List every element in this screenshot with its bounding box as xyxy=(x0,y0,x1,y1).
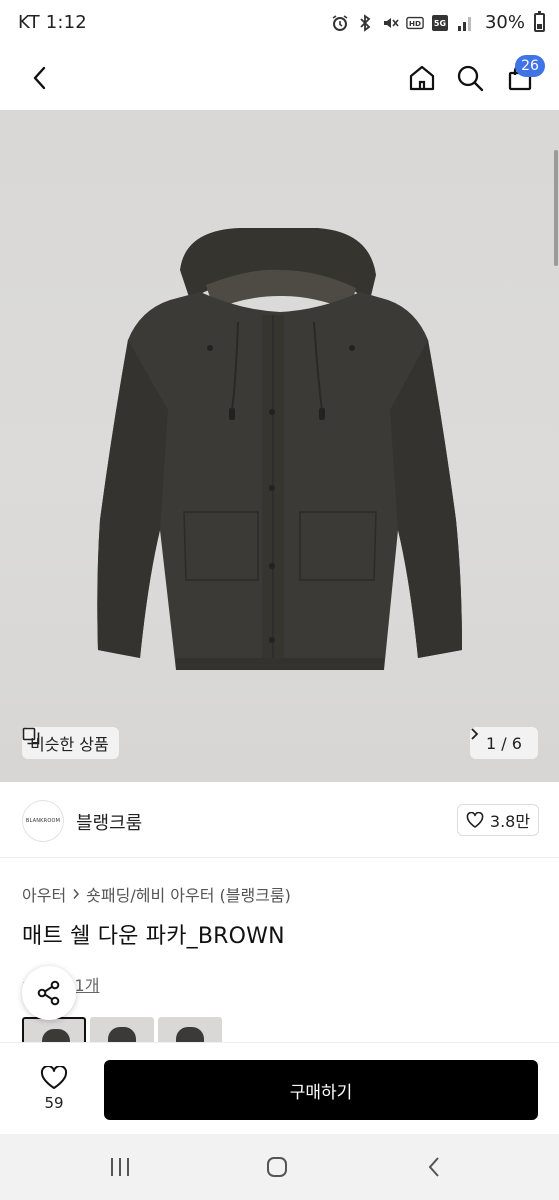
status-icons: HD 5G 30% xyxy=(331,11,545,33)
wishlist-count: 59 xyxy=(44,1094,64,1112)
home-icon xyxy=(409,65,435,91)
similar-products-button[interactable]: 비슷한 상품 xyxy=(22,727,119,759)
shop-name[interactable]: 블랭크룸 xyxy=(76,809,142,835)
similar-products-label: 비슷한 상품 xyxy=(30,735,109,754)
product-photo-jacket xyxy=(97,228,462,670)
product-image-gallery[interactable]: 비슷한 상품 1 / 6 xyxy=(0,110,559,782)
alarm-icon xyxy=(332,14,348,31)
similar-items-icon xyxy=(22,727,40,745)
5g-icon: 5G xyxy=(431,14,448,31)
share-icon xyxy=(37,980,60,1006)
shop-logo[interactable]: BLANKROOM xyxy=(22,800,64,842)
home-square-icon xyxy=(267,1157,287,1177)
status-bar: KT 1:12 HD 5G 30% xyxy=(0,0,559,50)
chevron-right-icon xyxy=(73,889,80,899)
heart-icon xyxy=(466,812,484,828)
breadcrumb: 아우터 숏패딩/헤비 아우터 (블랭크룸) xyxy=(22,882,291,906)
heart-icon xyxy=(40,1066,68,1089)
back-button[interactable] xyxy=(22,60,58,96)
bluetooth-icon xyxy=(360,13,371,32)
scrollbar-thumb[interactable] xyxy=(554,150,558,266)
gallery-page-indicator[interactable]: 1 / 6 xyxy=(470,727,538,759)
signal-icon xyxy=(457,16,471,31)
app-header xyxy=(0,50,559,110)
recent-apps-button[interactable] xyxy=(100,1150,140,1184)
shop-logo-text: BLANKROOM xyxy=(25,818,61,824)
breadcrumb-item-outer[interactable]: 아우터 xyxy=(22,882,66,906)
shop-like-count: 3.8만 xyxy=(489,812,531,831)
wishlist-button[interactable]: 59 xyxy=(22,1061,86,1117)
product-title: 매트 쉘 다운 파카_BROWN xyxy=(22,924,285,949)
share-button[interactable] xyxy=(22,966,76,1020)
back-icon xyxy=(33,66,46,90)
system-back-button[interactable] xyxy=(414,1150,454,1184)
battery-icon xyxy=(534,11,545,32)
shop-row: BLANKROOM 블랭크룸 3.8만 xyxy=(0,782,559,858)
carrier-time: KT 1:12 xyxy=(18,12,87,33)
page-indicator-text: 1 / 6 xyxy=(486,733,522,753)
system-nav-bar xyxy=(0,1134,559,1200)
bottom-action-bar: 59 구매하기 xyxy=(0,1042,559,1134)
cart-count-badge: 26 xyxy=(515,55,545,77)
mute-icon xyxy=(383,17,399,28)
svg-text:5G: 5G xyxy=(434,19,446,28)
hd-icon: HD xyxy=(406,16,424,29)
search-icon xyxy=(457,65,484,92)
home-button[interactable] xyxy=(402,58,442,98)
svg-text:HD: HD xyxy=(409,19,421,28)
system-home-button[interactable] xyxy=(257,1150,297,1184)
system-back-icon xyxy=(428,1157,439,1177)
battery-percent: 30% xyxy=(484,12,525,33)
breadcrumb-item-category[interactable]: 숏패딩/헤비 아우터 (블랭크룸) xyxy=(86,882,291,906)
buy-button[interactable]: 구매하기 xyxy=(104,1060,538,1120)
recent-apps-icon xyxy=(111,1158,129,1176)
shop-like-button[interactable]: 3.8만 xyxy=(457,804,539,836)
chevron-right-icon xyxy=(471,728,479,740)
search-button[interactable] xyxy=(450,58,490,98)
